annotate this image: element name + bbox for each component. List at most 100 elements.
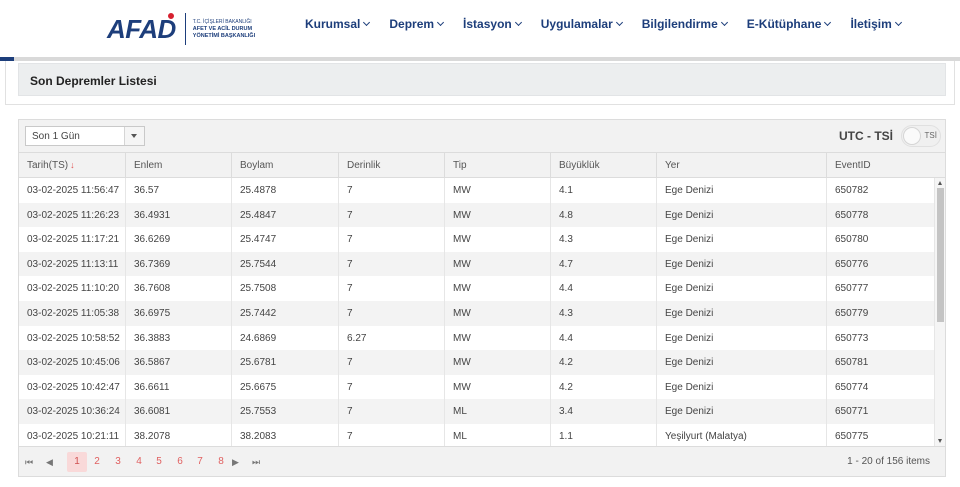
cell-lat: 36.7608 xyxy=(126,276,232,301)
cell-date: 03-02-2025 11:17:21 xyxy=(19,227,126,252)
afad-logo[interactable]: AFAD T.C. İÇİŞLERİ BAKANLIĞI AFET VE ACİ… xyxy=(107,12,255,46)
table-row[interactable]: 03-02-2025 10:21:11 38.2078 38.2083 7 ML 1.1 Y… xyxy=(19,423,934,446)
nav-kurumsal[interactable]: Kurumsal xyxy=(296,15,378,33)
cell-lat: 36.57 xyxy=(126,178,232,203)
page-button[interactable]: 2 xyxy=(87,452,107,472)
nav-bilgilendirme[interactable]: Bilgilendirme xyxy=(633,15,736,33)
page-button[interactable]: 8 xyxy=(211,452,231,472)
cell-date: 03-02-2025 11:26:23 xyxy=(19,202,126,228)
cell-lat: 36.6081 xyxy=(126,399,232,424)
cell-eventid: 650779 xyxy=(835,307,869,319)
cell-magnitude: 4.1 xyxy=(551,178,657,203)
first-page-icon[interactable]: ⏮ xyxy=(25,452,45,472)
scroll-thumb[interactable] xyxy=(937,188,944,322)
cell-lon: 25.4747 xyxy=(232,227,339,252)
header-tarih[interactable]: Tarih(TS) ↓ xyxy=(19,153,126,178)
table-body: 03-02-2025 11:56:47 36.57 25.4878 7 MW 4.1 Ege… xyxy=(19,178,934,446)
table-row[interactable]: 03-02-2025 11:10:20 36.7608 25.7508 7 MW 4.4 E… xyxy=(19,276,934,301)
pager-info: 1 - 20 of 156 items xyxy=(847,456,930,467)
cell-eventid: 650777 xyxy=(835,283,869,295)
chevron-down-icon xyxy=(824,18,832,27)
cell-type: MW xyxy=(445,178,551,203)
dropdown-arrow-icon[interactable] xyxy=(124,127,144,145)
table-row[interactable]: 03-02-2025 10:45:06 36.5867 25.6781 7 MW 4.2 E… xyxy=(19,350,934,375)
cell-eventid: 650780 xyxy=(835,234,869,246)
page-button[interactable]: 7 xyxy=(190,452,210,472)
cell-eventid: 650782 xyxy=(835,185,869,196)
header-derinlik[interactable]: Derinlik xyxy=(339,153,445,178)
cell-magnitude: 4.3 xyxy=(551,227,657,252)
nav-label: Deprem xyxy=(389,17,435,31)
utc-tsi-label: UTC - TSİ xyxy=(839,129,893,143)
toggle-knob[interactable] xyxy=(903,127,921,145)
nav-iletisim[interactable]: İletişim xyxy=(841,15,909,33)
last-page-icon[interactable]: ⏭ xyxy=(252,452,272,472)
logo-line-3: YÖNETİMİ BAŞKANLIĞI xyxy=(192,32,256,39)
table-row[interactable]: 03-02-2025 11:56:47 36.57 25.4878 7 MW 4.1 Ege… xyxy=(19,178,934,203)
nav-e-kutuphane[interactable]: E-Kütüphane xyxy=(738,15,840,33)
page-button[interactable]: 5 xyxy=(149,452,169,472)
cell-lon: 25.7442 xyxy=(232,300,339,326)
cell-date: 03-02-2025 10:21:11 xyxy=(19,423,126,446)
utc-tsi-toggle[interactable]: TSİ xyxy=(901,125,941,147)
page-title-box: Son Depremler Listesi xyxy=(18,63,946,96)
table-row[interactable]: 03-02-2025 10:58:52 36.3883 24.6869 6.27 MW 4… xyxy=(19,325,934,351)
cell-location: Ege Denizi xyxy=(657,276,827,301)
nav-uygulamalar[interactable]: Uygulamalar xyxy=(532,15,631,33)
nav-label: İletişim xyxy=(850,17,892,31)
header-buyukluk[interactable]: Büyüklük xyxy=(551,153,657,178)
cell-location: Yeşilyurt (Malatya) xyxy=(657,423,827,446)
cell-magnitude: 4.2 xyxy=(551,350,657,375)
cell-lat: 38.2078 xyxy=(126,423,232,446)
page-button[interactable]: 6 xyxy=(170,452,190,472)
next-page-icon[interactable]: ▶ xyxy=(232,452,252,472)
time-range-dropdown[interactable]: Son 1 Gün xyxy=(25,126,145,146)
cell-date: 03-02-2025 11:05:38 xyxy=(19,300,126,326)
cell-lat: 36.5867 xyxy=(126,350,232,375)
header-enlem[interactable]: Enlem xyxy=(126,153,232,178)
cell-date: 03-02-2025 10:58:52 xyxy=(19,325,126,351)
header-yer[interactable]: Yer xyxy=(657,153,827,178)
cell-depth: 7 xyxy=(339,178,445,203)
cell-type: MW xyxy=(445,202,551,228)
cell-magnitude: 4.4 xyxy=(551,325,657,351)
header-boylam[interactable]: Boylam xyxy=(232,153,339,178)
table-row[interactable]: 03-02-2025 10:36:24 36.6081 25.7553 7 ML 3.4 E… xyxy=(19,399,934,424)
scroll-down-icon[interactable] xyxy=(938,439,942,443)
header-eventid[interactable]: EventID xyxy=(827,153,934,178)
page-button[interactable]: 3 xyxy=(108,452,128,472)
logo-ministry-text: T.C. İÇİŞLERİ BAKANLIĞI AFET VE ACİL DUR… xyxy=(193,19,255,40)
vertical-scrollbar[interactable] xyxy=(934,178,945,446)
page-title: Son Depremler Listesi xyxy=(30,74,157,88)
cell-magnitude: 3.4 xyxy=(551,399,657,424)
chevron-down-icon xyxy=(615,18,623,27)
table-row[interactable]: 03-02-2025 10:42:47 36.6611 25.6675 7 MW 4.2 E… xyxy=(19,374,934,400)
logo-line-1: T.C. İÇİŞLERİ BAKANLIĞI xyxy=(192,18,252,25)
nav-label: İstasyon xyxy=(463,17,512,31)
cell-lon: 25.6675 xyxy=(232,374,339,400)
table-row[interactable]: 03-02-2025 11:26:23 36.4931 25.4847 7 MW 4.8 E… xyxy=(19,202,934,228)
cell-lon: 25.4878 xyxy=(232,178,339,203)
prev-page-icon[interactable]: ◀ xyxy=(46,452,66,472)
cell-location: Ege Denizi xyxy=(657,251,827,277)
nav-istasyon[interactable]: İstasyon xyxy=(454,15,530,33)
cell-lon: 25.6781 xyxy=(232,350,339,375)
cell-location: Ege Denizi xyxy=(657,227,827,252)
table-row[interactable]: 03-02-2025 11:05:38 36.6975 25.7442 7 MW 4.3 E… xyxy=(19,300,934,326)
table-row[interactable]: 03-02-2025 11:13:11 36.7369 25.7544 7 MW 4.7 E… xyxy=(19,251,934,277)
page-button[interactable]: 1 xyxy=(67,452,87,472)
scroll-up-icon[interactable] xyxy=(938,181,942,185)
header-tip[interactable]: Tip xyxy=(445,153,551,178)
table-row[interactable]: 03-02-2025 11:17:21 36.6269 25.4747 7 MW 4.3 E… xyxy=(19,227,934,252)
cell-type: ML xyxy=(445,399,551,424)
cell-eventid: 650773 xyxy=(835,332,869,344)
cell-depth: 7 xyxy=(339,276,445,301)
sort-arrow-icon: ↓ xyxy=(70,160,75,170)
page-button[interactable]: 4 xyxy=(129,452,149,472)
table-header: Tarih(TS) ↓ Enlem Boylam Derinlik Tip Büy… xyxy=(19,152,934,178)
cell-lat: 36.6269 xyxy=(126,227,232,252)
cell-lon: 25.7508 xyxy=(232,276,339,301)
cell-magnitude: 4.7 xyxy=(551,251,657,277)
earthquake-grid: Son 1 Gün UTC - TSİ TSİ Tarih(TS) ↓ Enlem… xyxy=(18,119,946,477)
nav-deprem[interactable]: Deprem xyxy=(380,15,452,33)
